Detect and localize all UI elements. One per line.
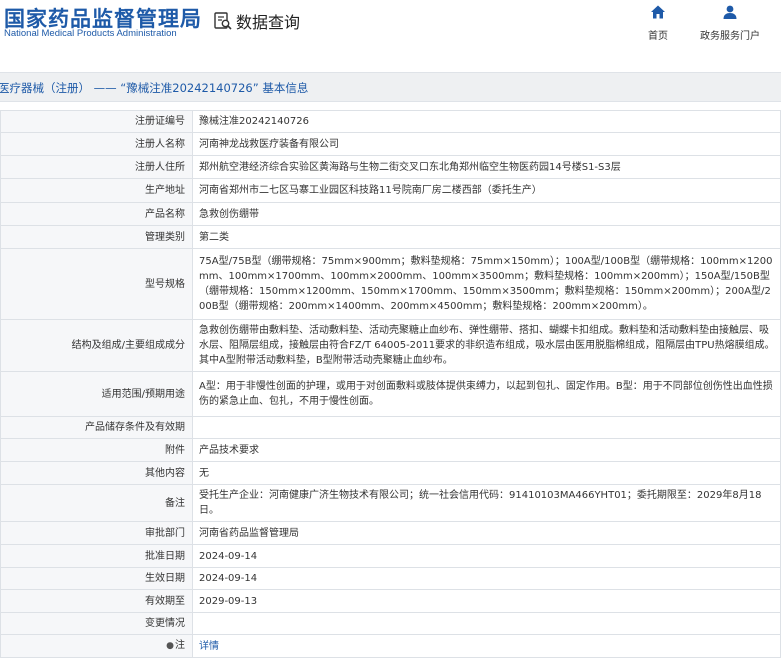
table-row: 变更情况	[0, 612, 781, 635]
field-label: 注册人名称	[0, 132, 193, 156]
field-label: 产品名称	[0, 202, 193, 226]
field-value: 豫械注准20242140726	[192, 110, 781, 133]
field-label: 管理类别	[0, 225, 193, 249]
field-label: 审批部门	[0, 521, 193, 545]
field-value: 郑州航空港经济综合实验区黄海路与生物二街交叉口东北角郑州临空生物医药园14号楼S…	[192, 155, 781, 179]
record-title-bar: 医疗器械（注册） —— “豫械注准20242140726” 基本信息	[0, 72, 781, 102]
field-value: 无	[192, 461, 781, 485]
field-label: 生产地址	[0, 178, 193, 203]
field-label: 型号规格	[0, 248, 193, 320]
table-row: 注册人名称 河南神龙战救医疗装备有限公司	[0, 132, 781, 156]
nav-home[interactable]: 首页	[648, 4, 668, 42]
user-icon	[722, 4, 738, 24]
field-value: 2029-09-13	[192, 589, 781, 613]
table-row: 产品名称 急救创伤绷带	[0, 202, 781, 226]
field-value	[192, 416, 781, 439]
table-row: 批准日期 2024-09-14	[0, 544, 781, 568]
field-value: 急救创伤绷带由敷料垫、活动敷料垫、活动壳聚糖止血纱布、弹性绷带、搭扣、蝴蝶卡扣组…	[192, 319, 781, 372]
table-row: 型号规格 75A型/75B型（绷带规格：75mm×900mm；敷料垫规格：75mm…	[0, 248, 781, 320]
page-section-label: 数据查询	[236, 13, 301, 32]
site-logo-subtitle: National Medical Products Administration	[4, 28, 177, 39]
nav-service-portal[interactable]: 政务服务门户	[700, 4, 760, 42]
table-row: 备注 受托生产企业：河南健康广济生物技术有限公司；统一社会信用代码：9141010…	[0, 484, 781, 522]
field-value: A型：用于非慢性创面的护理，或用于对创面敷料或肢体提供束缚力，以起到包扎、固定作…	[192, 371, 781, 417]
field-label: 附件	[0, 438, 193, 462]
site-header: 国家药品监督管理局 National Medical Products Admi…	[0, 0, 781, 60]
table-row: 附件 产品技术要求	[0, 438, 781, 462]
field-value: 75A型/75B型（绷带规格：75mm×900mm；敷料垫规格：75mm×150…	[192, 248, 781, 320]
field-label: 变更情况	[0, 612, 193, 635]
table-row: 其他内容无	[0, 461, 781, 485]
note-value-cell: 详情	[192, 634, 781, 658]
field-value: 第二类	[192, 225, 781, 249]
nav-home-label: 首页	[648, 31, 668, 42]
pin-icon: ●	[166, 641, 174, 651]
field-label: 结构及组成/主要组成成分	[0, 319, 193, 372]
field-value: 受托生产企业：河南健康广济生物技术有限公司；统一社会信用代码：91410103M…	[192, 484, 781, 522]
table-row: 生产地址 河南省郑州市二七区马寨工业园区科技路11号院南厂房二楼西部（委托生产）	[0, 178, 781, 203]
field-label: 注册人住所	[0, 155, 193, 179]
field-label: 其他内容	[0, 461, 193, 485]
table-row: 结构及组成/主要组成成分 急救创伤绷带由敷料垫、活动敷料垫、活动壳聚糖止血纱布、弹…	[0, 319, 781, 372]
record-title: 医疗器械（注册） —— “豫械注准20242140726” 基本信息	[0, 81, 309, 95]
table-row: 审批部门 河南省药品监督管理局	[0, 521, 781, 545]
page-section-title: 数据查询	[213, 10, 300, 32]
home-icon	[650, 4, 666, 24]
details-table: 注册证编号 豫械注准20242140726 注册人名称 河南神龙战救医疗装备有限公司注…	[0, 110, 781, 658]
field-label: 有效期至	[0, 589, 193, 613]
field-label: 注册证编号	[0, 110, 193, 133]
table-row-note: ●注 详情	[0, 634, 781, 658]
table-row: 管理类别 第二类	[0, 225, 781, 249]
field-label: 生效日期	[0, 567, 193, 590]
field-value: 河南神龙战救医疗装备有限公司	[192, 132, 781, 156]
table-row: 产品储存条件及有效期	[0, 416, 781, 439]
field-label: 备注	[0, 484, 193, 522]
note-label: 注	[175, 640, 185, 651]
table-row: 有效期至 2029-09-13	[0, 589, 781, 613]
search-doc-icon	[213, 11, 233, 31]
nav-service-portal-label: 政务服务门户	[700, 31, 760, 42]
table-row: 注册证编号 豫械注准20242140726	[0, 110, 781, 133]
field-value: 2024-09-14	[192, 567, 781, 590]
note-label-cell: ●注	[0, 634, 193, 658]
table-row: 注册人住所 郑州航空港经济综合实验区黄海路与生物二街交叉口东北角郑州临空生物医药园…	[0, 155, 781, 179]
field-label: 批准日期	[0, 544, 193, 568]
detail-link[interactable]: 详情	[199, 641, 219, 652]
field-value: 河南省郑州市二七区马寨工业园区科技路11号院南厂房二楼西部（委托生产）	[192, 178, 781, 203]
field-value: 产品技术要求	[192, 438, 781, 462]
field-label: 产品储存条件及有效期	[0, 416, 193, 439]
table-row: 生效日期 2024-09-14	[0, 567, 781, 590]
field-label: 适用范围/预期用途	[0, 371, 193, 417]
field-value: 急救创伤绷带	[192, 202, 781, 226]
table-row: 适用范围/预期用途 A型：用于非慢性创面的护理，或用于对创面敷料或肢体提供束缚力，…	[0, 371, 781, 417]
field-value	[192, 612, 781, 635]
field-value: 河南省药品监督管理局	[192, 521, 781, 545]
field-value: 2024-09-14	[192, 544, 781, 568]
